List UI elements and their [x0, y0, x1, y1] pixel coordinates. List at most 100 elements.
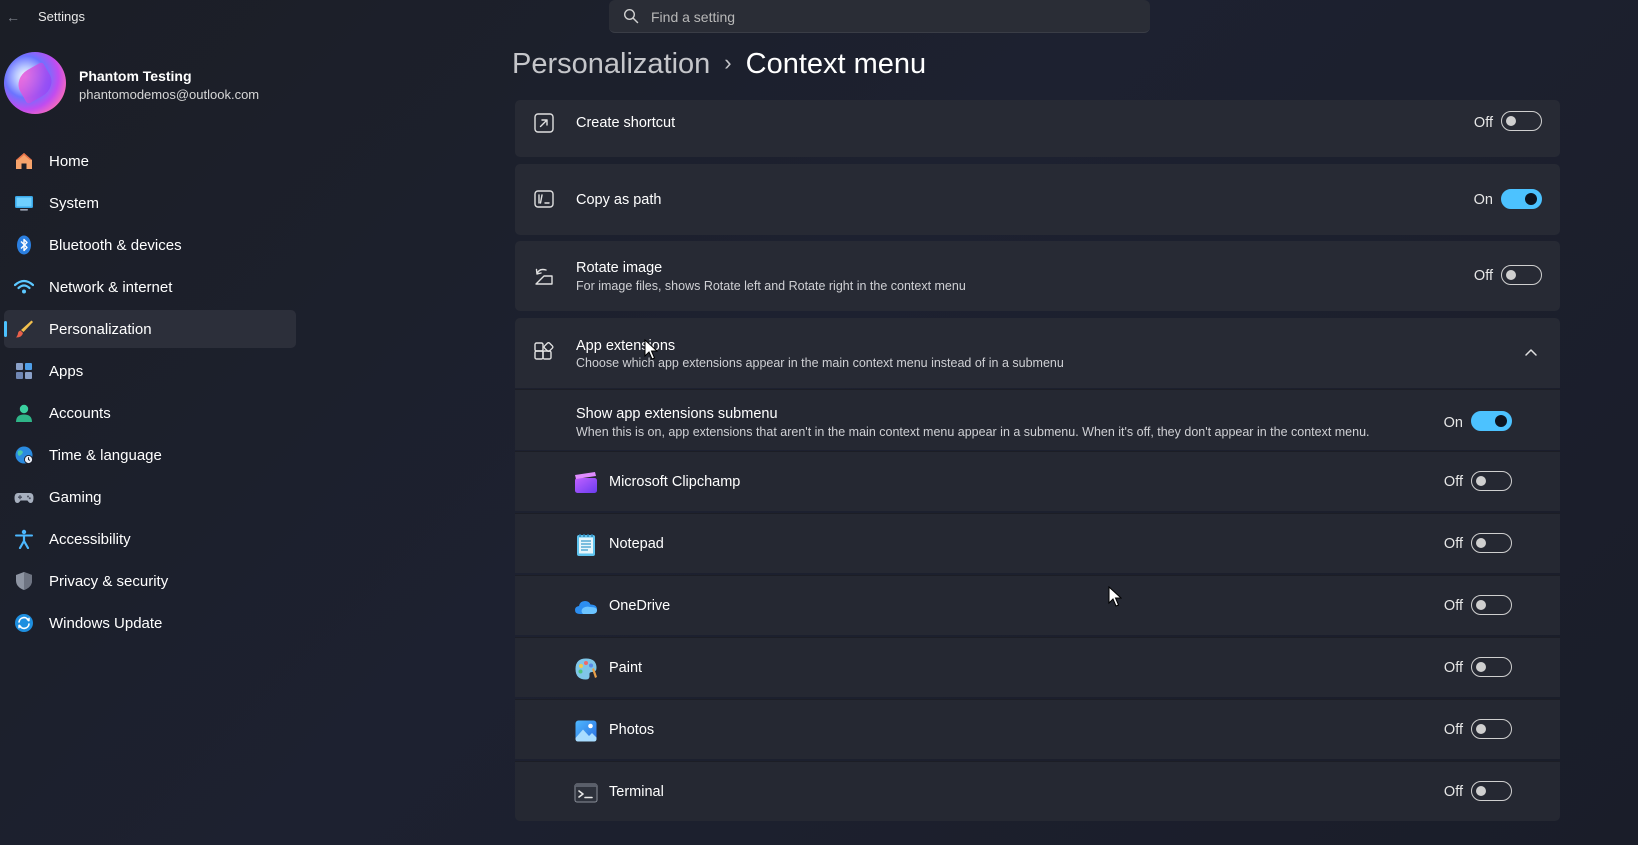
setting-title: Rotate image — [576, 260, 663, 276]
setting-title: Create shortcut — [576, 115, 676, 131]
toggle-state-label: Off — [1443, 660, 1463, 676]
extension-label: Microsoft Clipchamp — [609, 474, 741, 490]
toggle-state-label: On — [1443, 415, 1463, 431]
clipchamp-toggle[interactable] — [1471, 471, 1512, 491]
extension-label: Photos — [609, 722, 655, 738]
breadcrumb-separator: › — [724, 50, 732, 75]
page-title: Context menu — [745, 48, 927, 80]
chevron-up-icon[interactable] — [1524, 347, 1538, 357]
gamepad-icon — [14, 493, 34, 503]
setting-rotate-image: Rotate image For image files, shows Rota… — [515, 241, 1560, 311]
notepad-toggle[interactable] — [1471, 533, 1512, 553]
sidebar-item-bluetooth[interactable]: Bluetooth & devices — [4, 226, 296, 264]
setting-title: App extensions — [576, 338, 676, 354]
toggle-state-label: Off — [1443, 784, 1463, 800]
sidebar-item-privacy-security[interactable]: Privacy & security — [4, 562, 296, 600]
shield-icon — [16, 572, 32, 590]
sidebar-item-label: Home — [49, 153, 90, 170]
terminal-icon — [574, 783, 598, 803]
copy-as-path-toggle[interactable] — [1501, 189, 1542, 209]
notepad-icon — [577, 534, 595, 556]
setting-title: Show app extensions submenu — [576, 406, 778, 422]
sidebar-item-label: Network & internet — [49, 279, 173, 296]
extension-label: Terminal — [609, 784, 664, 800]
photos-toggle[interactable] — [1471, 719, 1512, 739]
extension-label: OneDrive — [609, 598, 671, 614]
setting-title: Copy as path — [576, 192, 662, 208]
sidebar-item-label: Time & language — [49, 447, 162, 464]
apps-icon — [16, 363, 32, 379]
onedrive-toggle[interactable] — [1471, 595, 1512, 615]
search-box[interactable] — [609, 0, 1150, 33]
setting-description: For image files, shows Rotate left and R… — [576, 279, 966, 293]
extension-row-terminal: Terminal Off — [515, 761, 1560, 821]
sidebar-nav: Home System Bluetooth & devices Network … — [4, 142, 296, 646]
search-input[interactable] — [651, 0, 1131, 33]
breadcrumb-parent-link[interactable]: Personalization — [512, 48, 710, 80]
setting-create-shortcut: Create shortcut Off — [515, 100, 1560, 157]
extension-row-paint: Paint Off — [515, 637, 1560, 697]
create-shortcut-toggle[interactable] — [1501, 111, 1542, 131]
mouse-cursor-icon — [644, 339, 658, 360]
sidebar-item-gaming[interactable]: Gaming — [4, 478, 296, 516]
toggle-state-label: Off — [1443, 474, 1463, 490]
photos-icon — [575, 720, 597, 742]
sidebar-item-accounts[interactable]: Accounts — [4, 394, 296, 432]
sidebar-item-system[interactable]: System — [4, 184, 296, 222]
wifi-icon — [14, 279, 34, 294]
brush-icon — [16, 320, 33, 338]
toggle-state-label: Off — [1443, 598, 1463, 614]
user-profile[interactable]: Phantom Testing phantomodemos@outlook.co… — [4, 52, 294, 114]
show-submenu-toggle[interactable] — [1471, 411, 1512, 431]
onedrive-icon — [575, 601, 597, 614]
avatar — [4, 52, 66, 114]
bluetooth-icon — [17, 235, 31, 255]
sidebar-item-label: Personalization — [49, 321, 152, 338]
sidebar-item-apps[interactable]: Apps — [4, 352, 296, 390]
paint-toggle[interactable] — [1471, 657, 1512, 677]
sidebar-item-time-language[interactable]: Time & language — [4, 436, 296, 474]
sidebar-item-label: Privacy & security — [49, 573, 169, 590]
monitor-icon — [15, 196, 33, 211]
terminal-toggle[interactable] — [1471, 781, 1512, 801]
extension-row-photos: Photos Off — [515, 699, 1560, 759]
back-button[interactable]: ← — [3, 7, 23, 27]
extension-row-clipchamp: Microsoft Clipchamp Off — [515, 451, 1560, 511]
clipchamp-icon — [575, 472, 597, 493]
extension-label: Notepad — [609, 536, 664, 552]
toggle-state-label: On — [1473, 192, 1493, 208]
sidebar-item-network[interactable]: Network & internet — [4, 268, 296, 306]
sidebar-item-label: Gaming — [49, 489, 102, 506]
sidebar-item-label: System — [49, 195, 100, 212]
person-icon — [16, 404, 32, 422]
paint-icon — [575, 658, 597, 680]
breadcrumb: Personalization › Context menu — [512, 48, 926, 92]
toggle-state-label: Off — [1443, 536, 1463, 552]
sidebar-item-personalization[interactable]: Personalization — [4, 310, 296, 348]
setting-show-submenu: Show app extensions submenu When this is… — [515, 389, 1560, 450]
globe-icon — [15, 446, 33, 464]
sidebar-item-label: Accounts — [49, 405, 111, 422]
search-icon — [623, 8, 639, 24]
title-bar: ← Settings — [0, 0, 1638, 34]
sidebar-item-home[interactable]: Home — [4, 142, 296, 180]
toggle-state-label: Off — [1443, 722, 1463, 738]
sidebar-item-windows-update[interactable]: Windows Update — [4, 604, 296, 642]
setting-description: When this is on, app extensions that are… — [576, 425, 1370, 439]
mouse-cursor-icon — [1108, 586, 1122, 607]
accessibility-icon — [15, 529, 33, 549]
rotate-image-toggle[interactable] — [1501, 265, 1542, 285]
sidebar-item-label: Accessibility — [49, 531, 131, 548]
rotate-image-icon — [535, 268, 553, 285]
toggle-state-label: Off — [1473, 268, 1493, 284]
copy-path-icon — [534, 190, 554, 208]
extension-row-onedrive: OneDrive Off — [515, 575, 1560, 635]
profile-name: Phantom Testing — [79, 68, 192, 84]
back-arrow-icon: ← — [6, 9, 20, 25]
extension-label: Paint — [609, 660, 643, 676]
setting-copy-as-path: Copy as path On — [515, 164, 1560, 235]
setting-app-extensions[interactable]: App extensions Choose which app extensio… — [515, 318, 1560, 388]
profile-email: phantomodemos@outlook.com — [79, 87, 260, 102]
sidebar-item-label: Bluetooth & devices — [49, 237, 182, 254]
sidebar-item-accessibility[interactable]: Accessibility — [4, 520, 296, 558]
